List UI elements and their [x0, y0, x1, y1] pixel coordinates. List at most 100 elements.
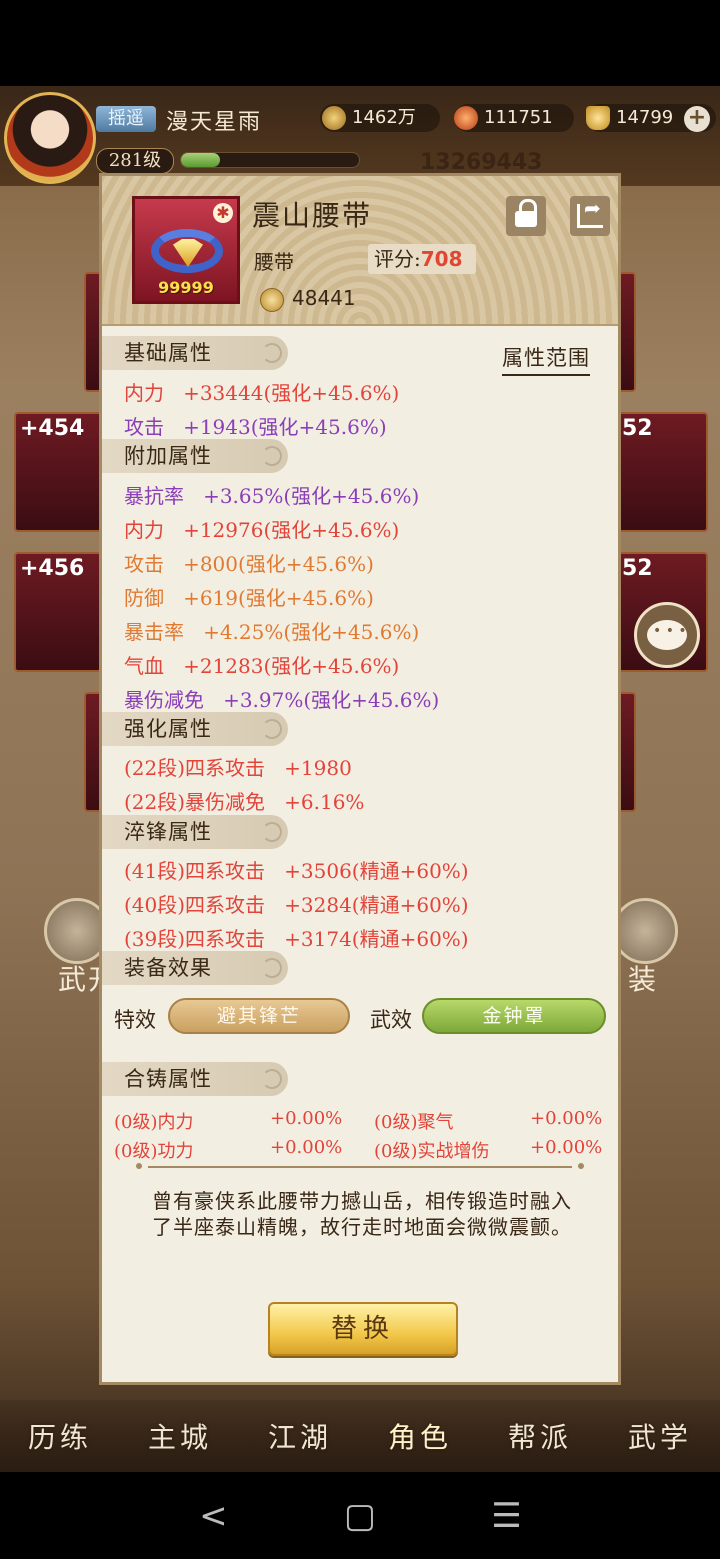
- add-gold-button[interactable]: +: [684, 106, 710, 132]
- stat-value: +619(强化+45.6%): [183, 586, 374, 610]
- stat-name: 内力: [124, 381, 164, 405]
- item-name: 震山腰带: [252, 199, 373, 232]
- menu-training[interactable]: 历练: [5, 1416, 115, 1456]
- bottom-menu: 历练 主城 江湖 角色 帮派 武学: [0, 1400, 720, 1472]
- title-badge: 摇遥: [96, 106, 156, 132]
- recents-icon[interactable]: ☰: [477, 1496, 537, 1536]
- section-temper: 淬锋属性: [102, 815, 288, 849]
- stat-range-link[interactable]: 属性范围: [502, 342, 590, 376]
- score-label: 评分:: [374, 247, 421, 271]
- casting-stat-value: +0.00%: [530, 1108, 603, 1129]
- extra-stat: 防御 +619(强化+45.6%): [124, 582, 374, 611]
- section-enhance-label: 强化属性: [124, 717, 212, 741]
- stat-name: 攻击: [124, 415, 164, 439]
- status-bar: [0, 0, 720, 86]
- stat-value: +6.16%: [284, 790, 365, 814]
- item-power: 48441: [260, 286, 356, 312]
- player-name: 漫天星雨: [166, 110, 263, 135]
- stat-value: +3.97%(强化+45.6%): [223, 688, 440, 712]
- share-icon: [577, 196, 603, 228]
- section-base: 基础属性: [102, 336, 288, 370]
- stat-name: 内力: [124, 518, 164, 542]
- stat-name: (40段)四系攻击: [124, 893, 266, 917]
- enhance-stat: (22段)暴伤减免 +6.16%: [124, 786, 364, 815]
- replace-button[interactable]: 替换: [268, 1302, 458, 1356]
- spirit-value: 111751: [484, 107, 553, 128]
- stat-value: +21283(强化+45.6%): [183, 654, 400, 678]
- section-extra-label: 附加属性: [124, 444, 212, 468]
- section-base-label: 基础属性: [124, 341, 212, 365]
- spirit-counter: 111751: [454, 104, 574, 132]
- coin-counter: 1462万: [320, 104, 440, 132]
- divider: [136, 1163, 584, 1169]
- casting-stat-value: +0.00%: [530, 1137, 603, 1158]
- quality-star-icon: ✱: [213, 203, 233, 223]
- martial-effect-label: 武效: [370, 1008, 412, 1032]
- coin-value: 1462万: [352, 107, 416, 128]
- section-effects: 装备效果: [102, 951, 288, 985]
- total-power: 13269443: [420, 150, 543, 175]
- panel-header: ✱ 99999 震山腰带 腰带 评分:708 48441: [102, 176, 618, 326]
- home-icon[interactable]: ▢: [330, 1496, 390, 1536]
- panel-body: 基础属性 属性范围 内力 +33444(强化+45.6%) 攻击 +1943(强…: [102, 328, 618, 1382]
- spirit-icon: [454, 106, 478, 130]
- back-icon[interactable]: <: [183, 1496, 243, 1536]
- stat-name: 暴伤减免: [124, 688, 204, 712]
- extra-stat: 暴伤减免 +3.97%(强化+45.6%): [124, 684, 439, 713]
- equip-slot[interactable]: 52: [612, 412, 708, 532]
- extra-stat: 内力 +12976(强化+45.6%): [124, 514, 399, 543]
- menu-guild[interactable]: 帮派: [485, 1416, 595, 1456]
- temper-stat: (39段)四系攻击 +3174(精通+60%): [124, 923, 469, 952]
- stat-name: (22段)四系攻击: [124, 756, 266, 780]
- swirl-icon: [262, 446, 282, 466]
- special-effect-button[interactable]: 避其锋芒: [168, 998, 350, 1034]
- stat-name: 暴抗率: [124, 484, 184, 508]
- extra-stat: 暴击率 +4.25%(强化+45.6%): [124, 616, 419, 645]
- share-button[interactable]: [570, 196, 610, 236]
- section-enhance: 强化属性: [102, 712, 288, 746]
- system-nav-bar: < ▢ ☰: [0, 1472, 720, 1559]
- equip-slot[interactable]: +456: [14, 552, 102, 672]
- section-extra: 附加属性: [102, 439, 288, 473]
- temper-stat: (41段)四系攻击 +3506(精通+60%): [124, 855, 469, 884]
- slot-level: +456: [20, 556, 85, 581]
- item-detail-panel: ✱ 99999 震山腰带 腰带 评分:708 48441 基础属性 属性范围 内…: [99, 173, 621, 1385]
- section-effects-label: 装备效果: [124, 956, 212, 980]
- item-icon: ✱ 99999: [132, 196, 240, 304]
- stat-value: +3506(精通+60%): [284, 859, 469, 883]
- outfit-button[interactable]: [612, 898, 678, 964]
- swirl-icon: [262, 1069, 282, 1089]
- lock-button[interactable]: [506, 196, 546, 236]
- coin-icon: [322, 106, 346, 130]
- menu-jianghu[interactable]: 江湖: [245, 1416, 355, 1456]
- menu-main-city[interactable]: 主城: [125, 1416, 235, 1456]
- item-score: 评分:708: [368, 244, 476, 274]
- player-avatar[interactable]: [4, 92, 96, 184]
- stat-value: +1943(强化+45.6%): [183, 415, 387, 439]
- tab-outfit[interactable]: 装: [628, 958, 658, 998]
- casting-stat-value: +0.00%: [270, 1108, 343, 1129]
- chat-button[interactable]: [634, 602, 700, 668]
- stat-name: 攻击: [124, 552, 164, 576]
- stat-name: (41段)四系攻击: [124, 859, 266, 883]
- stat-name: 气血: [124, 654, 164, 678]
- equip-slot[interactable]: +454: [14, 412, 102, 532]
- slot-level: 52: [622, 556, 653, 581]
- slot-level: +454: [20, 416, 85, 441]
- power-icon: [260, 287, 284, 312]
- chat-bubble-icon: [647, 620, 687, 650]
- slot-level: 52: [622, 416, 653, 441]
- stat-value: +800(强化+45.6%): [183, 552, 374, 576]
- casting-stat-name: (0级)实战增伤: [374, 1141, 490, 1162]
- martial-effect-button[interactable]: 金钟罩: [422, 998, 606, 1034]
- exp-bar-fill: [181, 153, 221, 167]
- menu-martial-arts[interactable]: 武学: [605, 1416, 715, 1456]
- swirl-icon: [262, 822, 282, 842]
- menu-character[interactable]: 角色: [365, 1416, 475, 1456]
- section-temper-label: 淬锋属性: [124, 820, 212, 844]
- stat-name: (22段)暴伤减免: [124, 790, 266, 814]
- base-stat: 攻击 +1943(强化+45.6%): [124, 411, 387, 440]
- stat-value: +3.65%(强化+45.6%): [203, 484, 420, 508]
- section-casting-label: 合铸属性: [124, 1067, 212, 1091]
- stat-value: +3174(精通+60%): [284, 927, 469, 951]
